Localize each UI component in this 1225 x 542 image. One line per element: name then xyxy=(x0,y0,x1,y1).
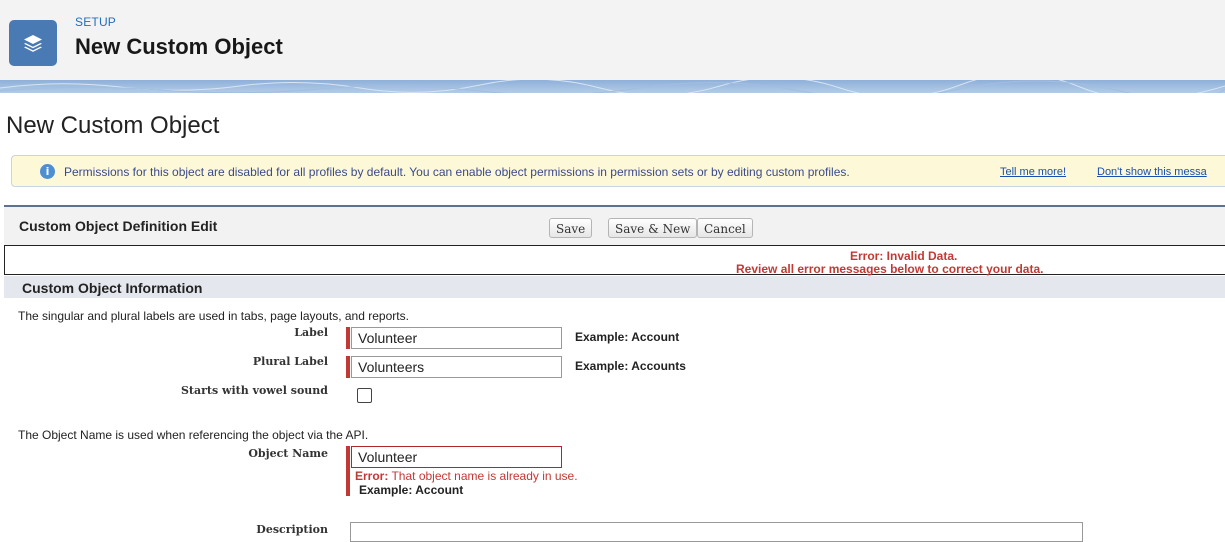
page-title: New Custom Object xyxy=(6,112,220,139)
error-summary-detail: Review all error messages below to corre… xyxy=(736,262,1044,276)
info-banner: i Permissions for this object are disabl… xyxy=(11,155,1225,187)
setup-kicker: SETUP xyxy=(75,15,117,29)
required-indicator xyxy=(346,356,350,378)
description-textarea[interactable] xyxy=(350,522,1083,542)
label-example: Example: Account xyxy=(575,330,680,344)
block-title: Custom Object Definition Edit xyxy=(19,218,218,234)
section-title: Custom Object Information xyxy=(22,280,203,296)
save-and-new-button[interactable]: Save & New xyxy=(608,218,698,238)
plural-label-example: Example: Accounts xyxy=(575,359,686,373)
section-header: Custom Object Information xyxy=(4,276,1225,298)
cancel-button[interactable]: Cancel xyxy=(697,218,753,238)
info-banner-text: Permissions for this object are disabled… xyxy=(64,165,850,179)
info-icon: i xyxy=(40,164,55,179)
error-prefix: Error: xyxy=(355,469,389,483)
api-note: The Object Name is used when referencing… xyxy=(18,428,369,442)
edit-block-header: Custom Object Definition Edit Save Save … xyxy=(4,205,1225,245)
plural-label-field-label: Plural Label xyxy=(252,355,328,368)
label-field-label: Label xyxy=(294,326,328,339)
object-name-error: Error: That object name is already in us… xyxy=(355,469,578,483)
error-message: That object name is already in use. xyxy=(391,469,578,483)
object-name-label: Object Name xyxy=(248,447,328,460)
plural-label-input[interactable]: Volunteers xyxy=(351,356,562,378)
required-indicator xyxy=(346,446,350,496)
decorative-band xyxy=(0,80,1225,93)
vowel-sound-checkbox[interactable] xyxy=(357,388,372,403)
object-name-example: Example: Account xyxy=(359,483,464,497)
description-label: Description xyxy=(256,523,328,536)
object-name-input[interactable]: Volunteer xyxy=(351,446,562,468)
required-indicator xyxy=(346,327,350,349)
tell-me-more-link[interactable]: Tell me more! xyxy=(1000,166,1066,178)
label-input[interactable]: Volunteer xyxy=(351,327,562,349)
save-button[interactable]: Save xyxy=(549,218,593,238)
vowel-sound-label: Starts with vowel sound xyxy=(180,384,328,397)
setup-title: New Custom Object xyxy=(75,34,283,59)
labels-note: The singular and plural labels are used … xyxy=(18,309,409,323)
error-summary-title: Error: Invalid Data. xyxy=(850,249,958,263)
setup-header: SETUP New Custom Object xyxy=(0,0,1225,80)
dont-show-link[interactable]: Don't show this messa xyxy=(1097,166,1207,178)
error-summary: Error: Invalid Data. Review all error me… xyxy=(4,245,1225,276)
layers-icon xyxy=(9,20,57,66)
